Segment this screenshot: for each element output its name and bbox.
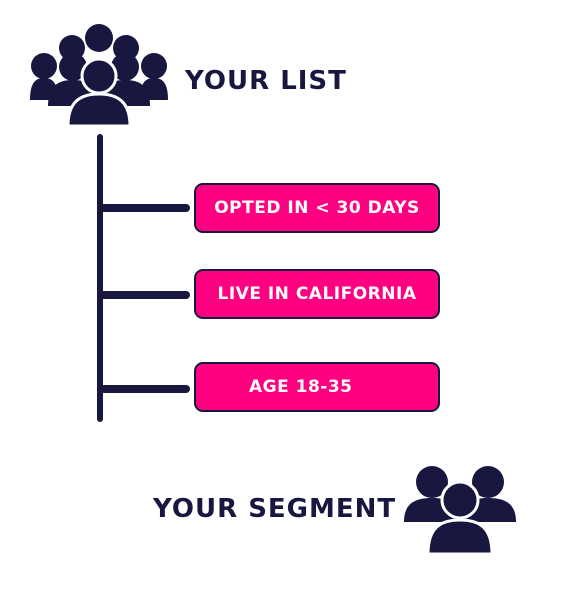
people-group-icon (404, 466, 516, 556)
filter-opted-in: OPTED IN < 30 DAYS (194, 183, 440, 233)
segment-title: YOUR SEGMENT (153, 494, 397, 524)
tree-trunk-line (97, 134, 103, 422)
filter-location: LIVE IN CALIFORNIA (194, 269, 440, 319)
branch-line-2 (100, 291, 190, 299)
filter-age: AGE 18-35 (194, 362, 440, 412)
branch-line-1 (100, 204, 190, 212)
people-group-icon (30, 24, 168, 128)
list-title: YOUR LIST (185, 66, 347, 96)
branch-line-3 (100, 385, 190, 393)
